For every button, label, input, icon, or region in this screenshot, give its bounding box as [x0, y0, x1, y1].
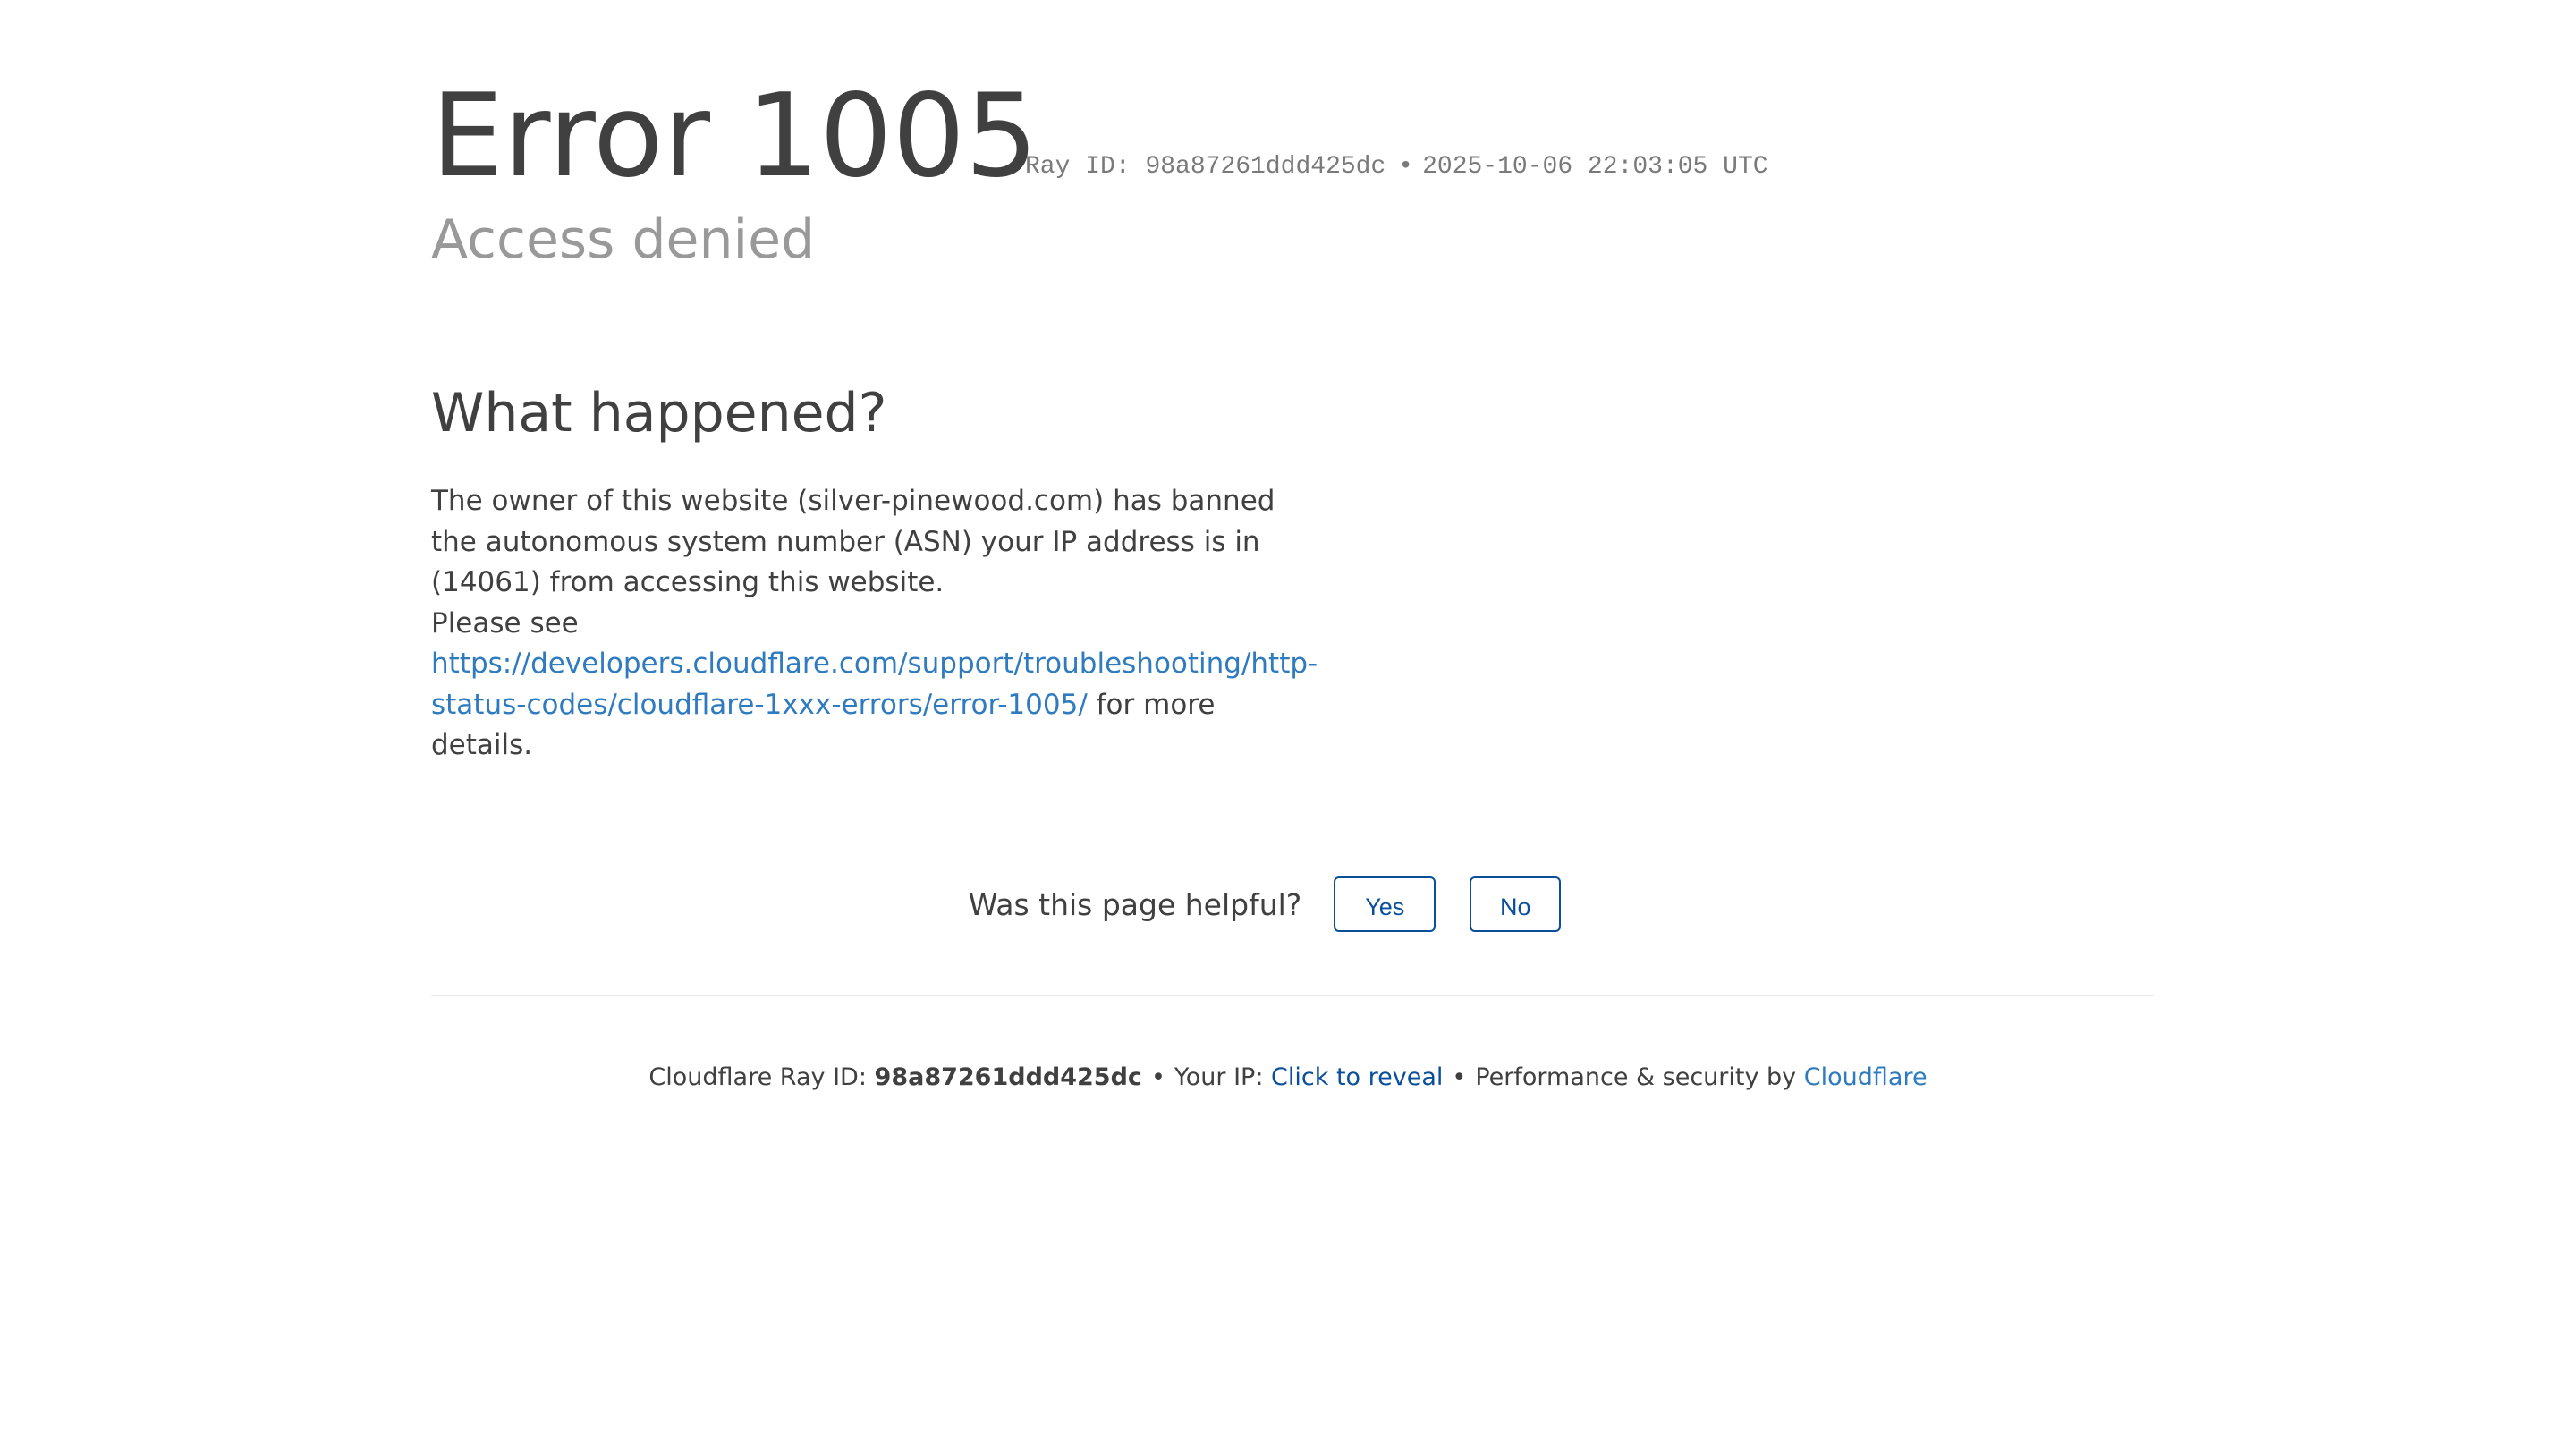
feedback-section: Was this page helpful? Yes No — [0, 876, 2576, 932]
reveal-ip-link[interactable]: Click to reveal — [1271, 1063, 1443, 1091]
footer-info: Cloudflare Ray ID: 98a87261ddd425dc • Your… — [0, 1063, 2576, 1093]
cloudflare-link[interactable]: Cloudflare — [1804, 1063, 1928, 1091]
ray-id-value: 98a87261ddd425dc — [1145, 153, 1386, 181]
footer-separator: • — [1150, 1063, 1165, 1091]
yes-button[interactable]: Yes — [1334, 876, 1436, 932]
ray-id-label: Ray ID: — [1025, 153, 1131, 181]
explanation-text: The owner of this website (silver-pinewo… — [431, 481, 1318, 766]
what-happened-heading: What happened? — [431, 382, 887, 445]
meta-separator: • — [1398, 153, 1414, 181]
error-timestamp: 2025-10-06 22:03:05 UTC — [1422, 153, 1768, 181]
footer-ip-label: Your IP: — [1174, 1063, 1264, 1091]
feedback-question: Was this page helpful? — [968, 886, 1302, 922]
footer-ray-label: Cloudflare Ray ID: — [648, 1063, 867, 1091]
error-subtitle: Access denied — [431, 208, 816, 271]
footer-divider — [431, 995, 2154, 996]
please-see-label: Please see — [431, 606, 579, 639]
footer-separator: • — [1452, 1063, 1467, 1091]
footer-performance-label: Performance & security by — [1475, 1063, 1797, 1091]
footer-ray-id: 98a87261ddd425dc — [874, 1063, 1142, 1091]
error-title: Error 1005 — [431, 70, 1038, 203]
ray-id-meta: Ray ID: 98a87261ddd425dc • 2025-10-06 22:0… — [1025, 152, 1768, 182]
explanation-paragraph: The owner of this website (silver-pinewo… — [431, 485, 1275, 598]
no-button[interactable]: No — [1470, 876, 1562, 932]
